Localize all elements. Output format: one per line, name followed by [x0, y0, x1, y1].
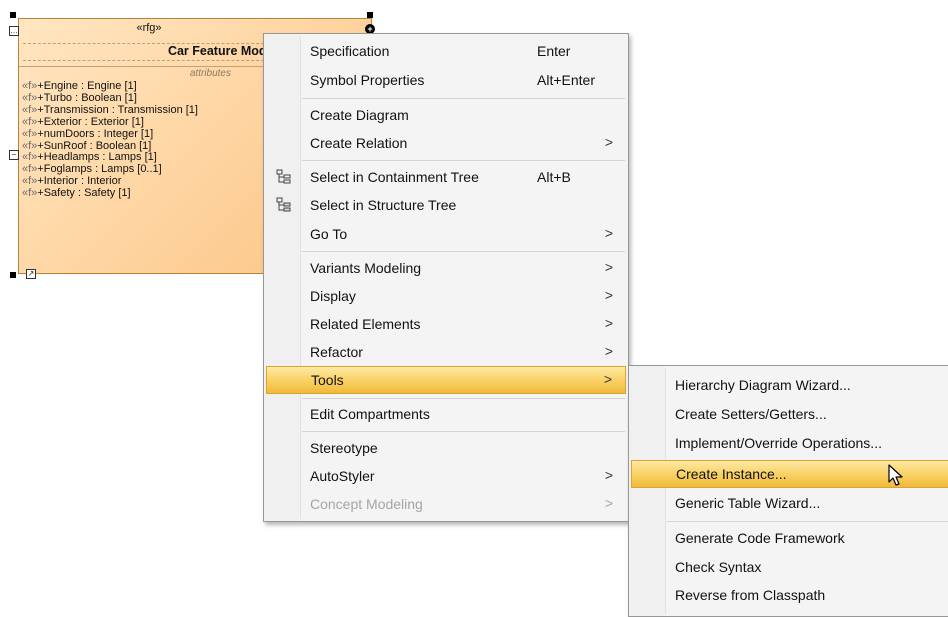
menu-item-variants-modeling[interactable]: Variants Modeling >	[266, 254, 626, 282]
menu-item-display[interactable]: Display >	[266, 282, 626, 310]
menu-item-create-diagram[interactable]: Create Diagram	[266, 101, 626, 129]
attributes-compartment-title: attributes	[189, 68, 231, 79]
class-stereotype: «rfg»	[136, 22, 162, 34]
menu-item-generate-code-framework[interactable]: Generate Code Framework	[631, 524, 948, 552]
class-name[interactable]: Car Feature Model	[19, 44, 277, 58]
menu-separator	[302, 431, 625, 432]
submenu-arrow-icon: >	[604, 259, 613, 275]
submenu-arrow-icon: >	[604, 315, 613, 331]
menu-item-reverse-from-classpath[interactable]: Reverse from Classpath	[631, 581, 948, 609]
resize-handle-bottom-left[interactable]	[10, 272, 16, 278]
menu-separator	[667, 521, 948, 522]
tools-submenu: Hierarchy Diagram Wizard... Create Sette…	[628, 365, 948, 617]
menu-item-symbol-properties[interactable]: Symbol Properties Alt+Enter	[266, 66, 626, 94]
resize-handle-top-left[interactable]	[10, 12, 16, 18]
submenu-arrow-icon: >	[604, 467, 613, 483]
menu-separator	[302, 398, 625, 399]
submenu-arrow-icon: >	[604, 287, 613, 303]
collapse-minus-icon[interactable]: −	[9, 150, 19, 160]
menu-item-implement-override-operations[interactable]: Implement/Override Operations...	[631, 429, 948, 457]
menu-item-generic-table-wizard[interactable]: Generic Table Wizard...	[631, 489, 948, 517]
compartment-toggle-icon[interactable]: …	[9, 26, 19, 36]
submenu-arrow-icon: >	[604, 495, 613, 511]
attributes-list: «f»+Engine : Engine [1] «f»+Turbo : Bool…	[22, 80, 198, 200]
menu-separator	[302, 160, 625, 161]
expand-compartment-icon[interactable]: ↗	[26, 269, 36, 279]
attribute-row[interactable]: «f»+Safety : Safety [1]	[22, 187, 198, 200]
menu-item-tools[interactable]: Tools >	[266, 366, 626, 394]
menu-item-edit-compartments[interactable]: Edit Compartments	[266, 400, 626, 428]
menu-separator	[302, 251, 625, 252]
menu-item-create-relation[interactable]: Create Relation >	[266, 129, 626, 157]
menu-item-concept-modeling: Concept Modeling >	[310, 495, 613, 512]
menu-item-go-to[interactable]: Go To >	[266, 220, 626, 248]
menu-item-autostyler[interactable]: AutoStyler >	[266, 462, 626, 490]
menu-item-hierarchy-diagram-wizard[interactable]: Hierarchy Diagram Wizard...	[631, 371, 948, 399]
containment-tree-icon	[276, 169, 292, 188]
menu-item-create-setters-getters[interactable]: Create Setters/Getters...	[631, 400, 948, 428]
menu-item-select-in-structure-tree[interactable]: Select in Structure Tree	[266, 191, 626, 219]
menu-item-related-elements[interactable]: Related Elements >	[266, 310, 626, 338]
submenu-arrow-icon: >	[604, 343, 613, 359]
menu-separator	[302, 98, 625, 99]
resize-handle-top-right[interactable]	[367, 12, 373, 18]
context-menu: Specification Enter Symbol Properties Alt+…	[263, 33, 629, 522]
menu-item-select-in-containment-tree[interactable]: Select in Containment Tree Alt+B	[266, 163, 626, 191]
structure-tree-icon	[276, 197, 292, 216]
menu-item-check-syntax[interactable]: Check Syntax	[631, 553, 948, 581]
submenu-arrow-icon: >	[604, 134, 613, 150]
menu-item-specification[interactable]: Specification Enter	[266, 37, 626, 65]
submenu-arrow-icon: >	[603, 371, 612, 387]
menu-item-stereotype[interactable]: Stereotype	[266, 434, 626, 462]
mouse-pointer-icon	[888, 464, 903, 486]
menu-item-refactor[interactable]: Refactor >	[266, 338, 626, 366]
submenu-arrow-icon: >	[604, 225, 613, 241]
